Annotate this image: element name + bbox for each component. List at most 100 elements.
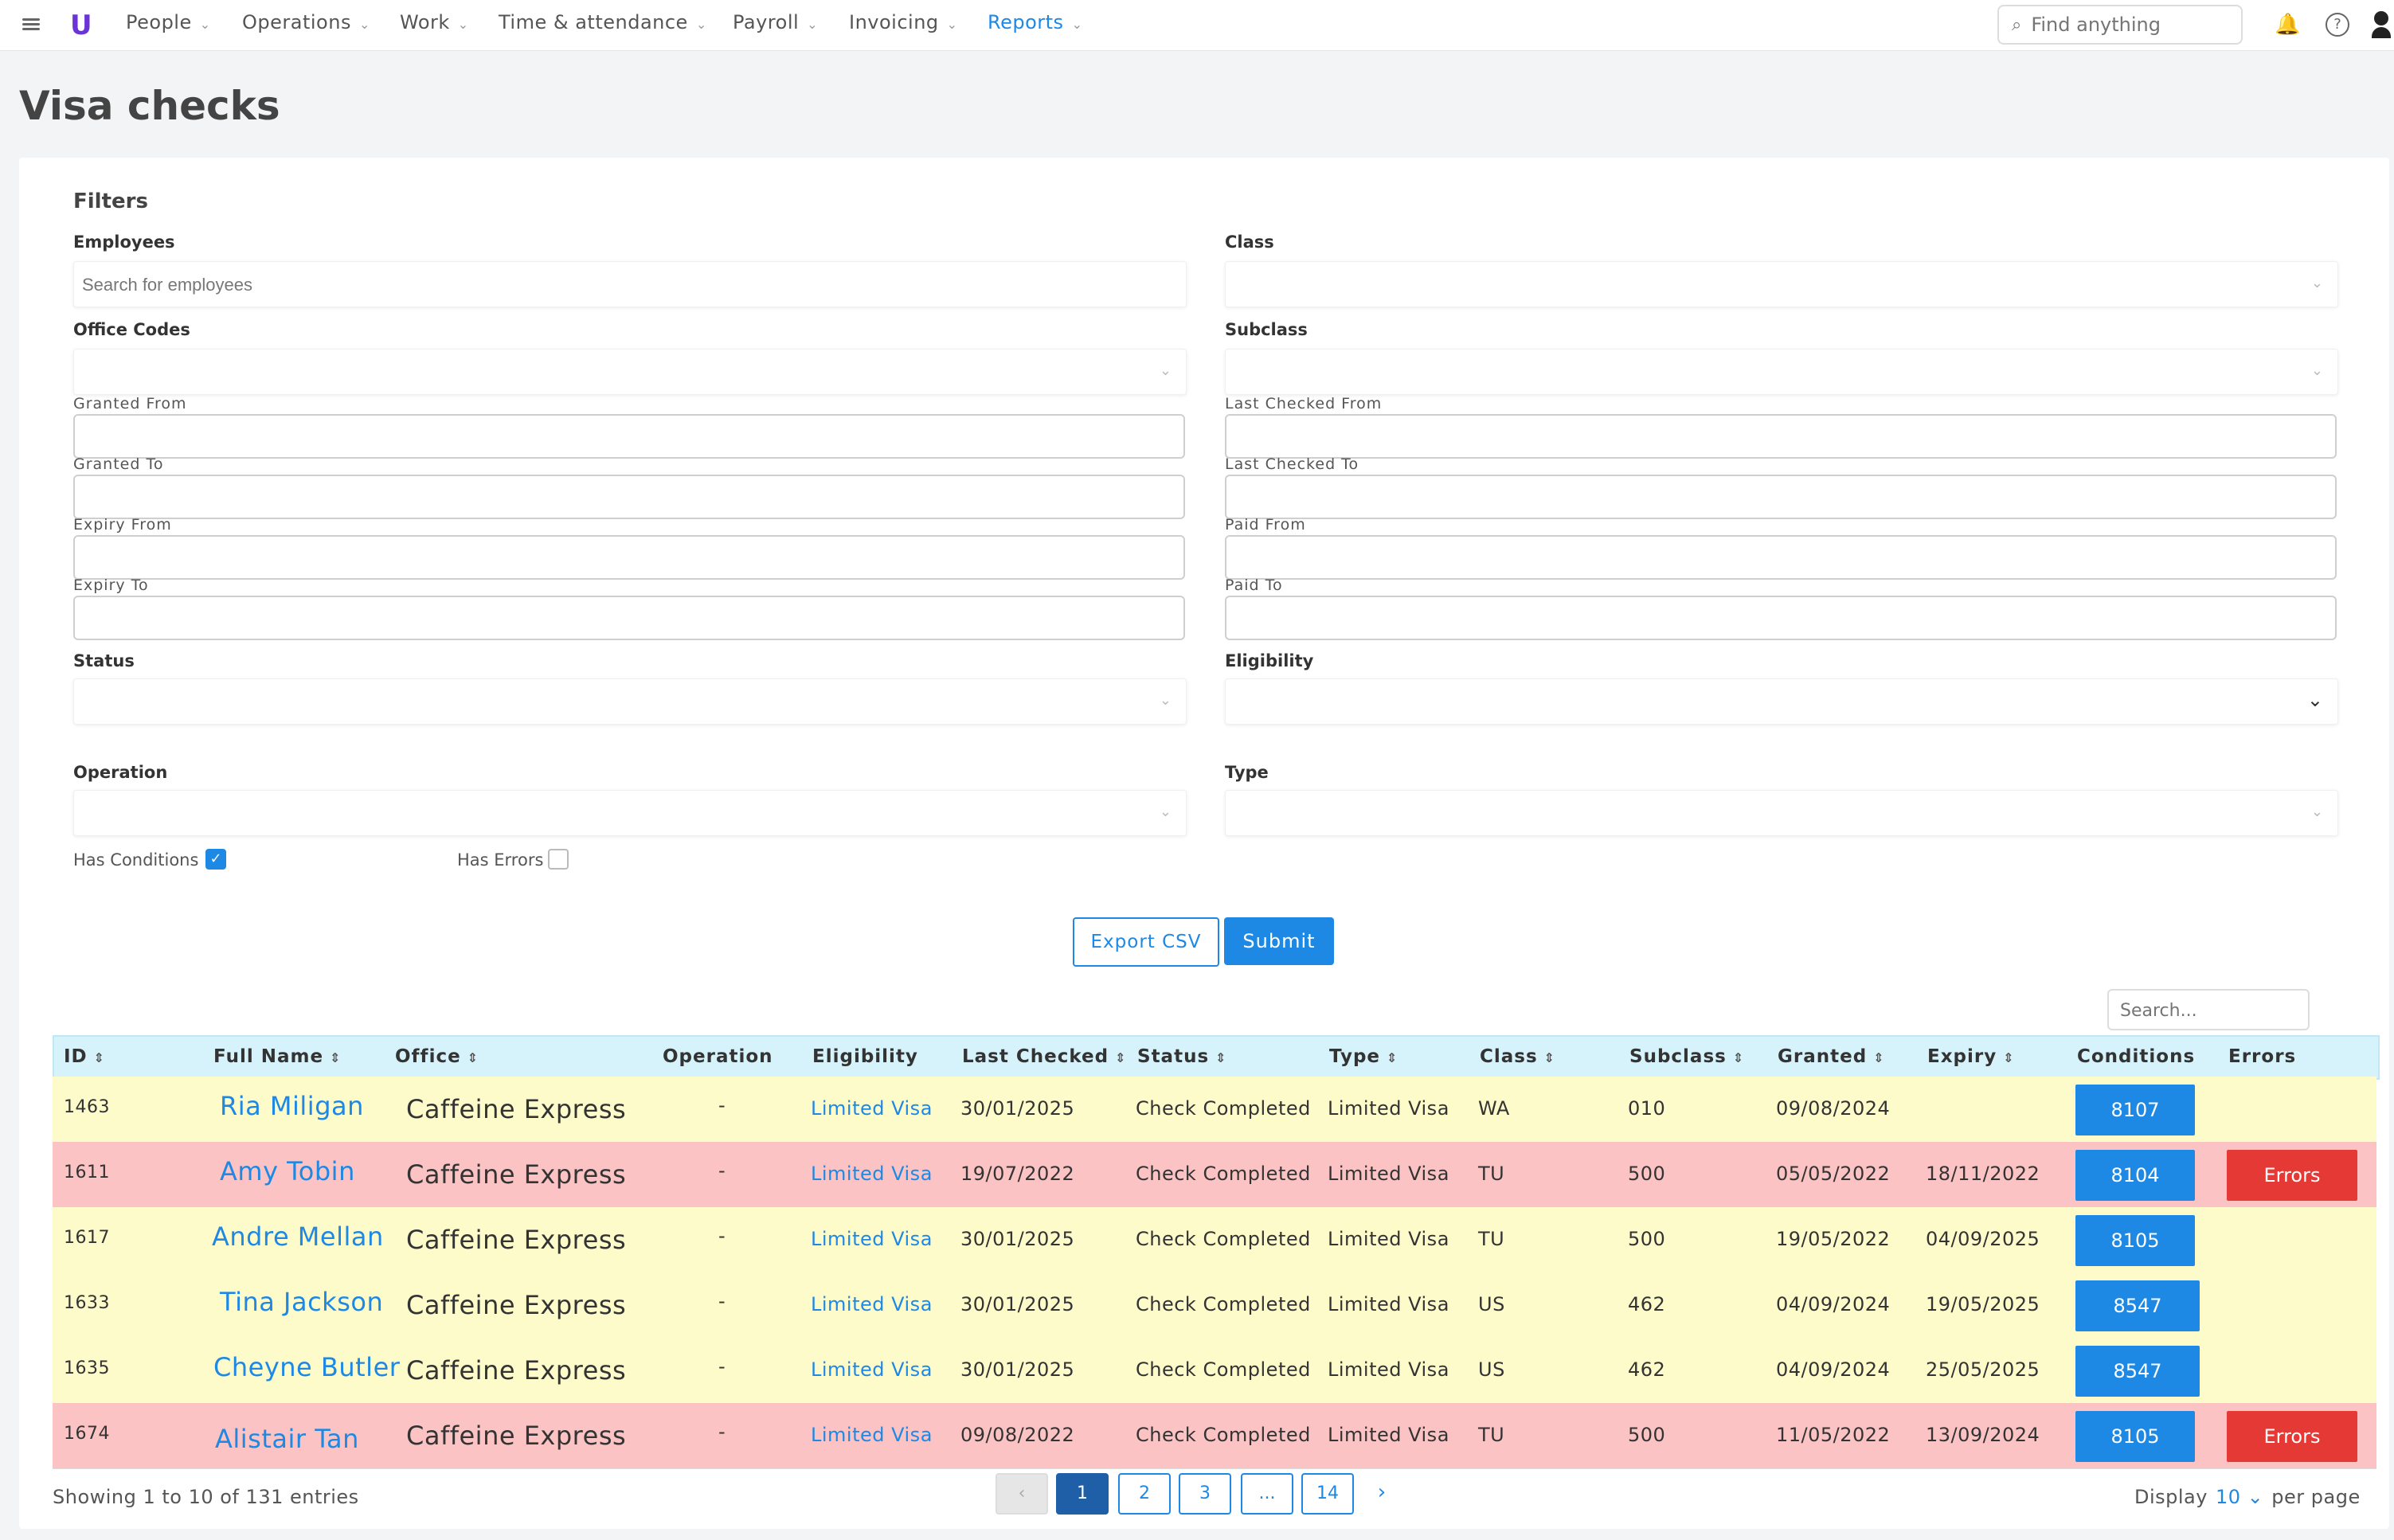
sort-icon: ⇕: [467, 1050, 479, 1065]
global-search[interactable]: ⌕: [1997, 5, 2243, 45]
conditions-button[interactable]: 8105: [2075, 1411, 2195, 1462]
cell-full-name-link[interactable]: Tina Jackson: [220, 1287, 383, 1317]
office-codes-select[interactable]: ⌄: [73, 349, 1187, 395]
cell-full-name-link[interactable]: Alistair Tan: [215, 1424, 359, 1454]
cell-office: Caffeine Express: [406, 1225, 627, 1255]
cell-full-name-link[interactable]: Amy Tobin: [220, 1156, 355, 1186]
nav-operations[interactable]: Operations ⌄: [242, 11, 370, 33]
user-avatar-icon[interactable]: [2372, 11, 2391, 38]
cell-full-name-link[interactable]: Andre Mellan: [212, 1221, 384, 1252]
granted-to-input[interactable]: [73, 475, 1185, 519]
page-button-2[interactable]: 2: [1118, 1473, 1171, 1515]
prev-page-button[interactable]: ‹: [996, 1473, 1048, 1515]
conditions-button[interactable]: 8547: [2075, 1280, 2200, 1331]
col-class[interactable]: Class ⇕: [1480, 1046, 1555, 1067]
cell-last-checked: 30/01/2025: [960, 1097, 1075, 1120]
col-full-name[interactable]: Full Name ⇕: [213, 1046, 341, 1067]
has-errors-checkbox[interactable]: [548, 849, 569, 870]
nav-reports[interactable]: Reports ⌄: [988, 11, 1082, 33]
table-row: 1611 Amy Tobin Caffeine Express - Limite…: [53, 1142, 2376, 1208]
class-select[interactable]: ⌄: [1225, 261, 2338, 307]
page-button-14[interactable]: 14: [1301, 1473, 1354, 1515]
errors-button[interactable]: Errors: [2227, 1150, 2357, 1201]
app-logo[interactable]: U: [70, 10, 92, 41]
cell-eligibility-link[interactable]: Limited Visa: [811, 1163, 933, 1185]
col-office[interactable]: Office ⇕: [395, 1046, 479, 1067]
last-checked-to-input[interactable]: [1225, 475, 2337, 519]
expiry-from-input[interactable]: [73, 535, 1185, 580]
conditions-button[interactable]: 8547: [2075, 1346, 2200, 1397]
cell-class: US: [1478, 1293, 1505, 1315]
status-select[interactable]: ⌄: [73, 678, 1187, 725]
operation-select[interactable]: ⌄: [73, 790, 1187, 836]
col-conditions: Conditions: [2077, 1046, 2196, 1067]
col-status[interactable]: Status ⇕: [1137, 1046, 1227, 1067]
help-icon[interactable]: ?: [2326, 13, 2349, 37]
top-navbar: U People ⌄ Operations ⌄ Work ⌄ Time & atten…: [0, 0, 2394, 51]
paid-to-input[interactable]: [1225, 596, 2337, 640]
table-search[interactable]: [2107, 989, 2310, 1030]
col-id[interactable]: ID ⇕: [64, 1046, 105, 1067]
conditions-button[interactable]: 8107: [2075, 1085, 2195, 1135]
office-codes-label: Office Codes: [73, 320, 190, 339]
cell-eligibility-link[interactable]: Limited Visa: [811, 1358, 933, 1381]
nav-payroll[interactable]: Payroll ⌄: [733, 11, 818, 33]
last-checked-from-input[interactable]: [1225, 414, 2337, 459]
col-eligibility: Eligibility: [812, 1046, 918, 1067]
col-expiry[interactable]: Expiry ⇕: [1927, 1046, 2015, 1067]
expiry-to-input[interactable]: [73, 596, 1185, 640]
nav-invoicing[interactable]: Invoicing ⌄: [849, 11, 958, 33]
table-row: 1633 Tina Jackson Caffeine Express - Lim…: [53, 1272, 2376, 1339]
expiry-from-label: Expiry From: [73, 516, 172, 534]
last-checked-from-label: Last Checked From: [1225, 395, 1383, 412]
cell-eligibility-link[interactable]: Limited Visa: [811, 1228, 933, 1250]
nav-work[interactable]: Work ⌄: [400, 11, 469, 33]
granted-from-input[interactable]: [73, 414, 1185, 459]
type-select[interactable]: ⌄: [1225, 790, 2338, 836]
cell-last-checked: 30/01/2025: [960, 1228, 1075, 1250]
cell-eligibility-link[interactable]: Limited Visa: [811, 1097, 933, 1120]
chevron-right-icon: ›: [1377, 1480, 1387, 1504]
next-page-button[interactable]: ›: [1357, 1473, 1406, 1511]
page-button-3[interactable]: 3: [1179, 1473, 1231, 1515]
eligibility-select[interactable]: ⌄: [1225, 678, 2338, 725]
nav-people[interactable]: People ⌄: [126, 11, 211, 33]
subclass-select[interactable]: ⌄: [1225, 349, 2338, 395]
cell-full-name-link[interactable]: Ria Miligan: [220, 1091, 364, 1121]
cell-full-name-link[interactable]: Cheyne Butler: [213, 1352, 400, 1382]
table-row: 1674 Alistair Tan Caffeine Express - Lim…: [53, 1403, 2376, 1469]
bell-icon[interactable]: 🔔: [2275, 13, 2300, 37]
page-button-1[interactable]: 1: [1056, 1473, 1109, 1515]
has-conditions-checkbox[interactable]: ✓: [205, 849, 226, 870]
export-csv-button[interactable]: Export CSV: [1073, 917, 1219, 967]
conditions-button[interactable]: 8104: [2075, 1150, 2195, 1201]
cell-id: 1463: [64, 1097, 110, 1117]
chevron-down-icon: ⌄: [199, 17, 211, 32]
submit-button[interactable]: Submit: [1224, 917, 1334, 965]
table-search-input[interactable]: [2118, 1000, 2297, 1022]
page-button-ellipsis[interactable]: ...: [1241, 1473, 1293, 1515]
cell-eligibility-link[interactable]: Limited Visa: [811, 1424, 933, 1446]
chevron-down-icon: ⌄: [1159, 692, 1172, 709]
paid-from-input[interactable]: [1225, 535, 2337, 580]
col-subclass[interactable]: Subclass ⇕: [1629, 1046, 1744, 1067]
per-page-select[interactable]: 10 ⌄: [2216, 1486, 2263, 1508]
employees-search-field[interactable]: Search for employees: [73, 261, 1187, 307]
conditions-button[interactable]: 8105: [2075, 1215, 2195, 1266]
cell-last-checked: 30/01/2025: [960, 1293, 1075, 1315]
cell-operation: -: [718, 1094, 726, 1116]
chevron-down-icon: ⌄: [358, 17, 370, 32]
cell-expiry: 04/09/2025: [1926, 1228, 2040, 1250]
last-checked-to-label: Last Checked To: [1225, 455, 1359, 473]
nav-time-attendance[interactable]: Time & attendance ⌄: [499, 11, 707, 33]
errors-button[interactable]: Errors: [2227, 1411, 2357, 1462]
col-last-checked[interactable]: Last Checked ⇕: [962, 1046, 1127, 1067]
cell-type: Limited Visa: [1328, 1424, 1449, 1446]
cell-eligibility-link[interactable]: Limited Visa: [811, 1293, 933, 1315]
global-search-input[interactable]: [2029, 13, 2216, 37]
col-type[interactable]: Type ⇕: [1329, 1046, 1398, 1067]
entries-info: Showing 1 to 10 of 131 entries: [53, 1486, 359, 1508]
col-granted[interactable]: Granted ⇕: [1778, 1046, 1885, 1067]
cell-type: Limited Visa: [1328, 1163, 1449, 1185]
menu-icon[interactable]: [22, 16, 40, 32]
